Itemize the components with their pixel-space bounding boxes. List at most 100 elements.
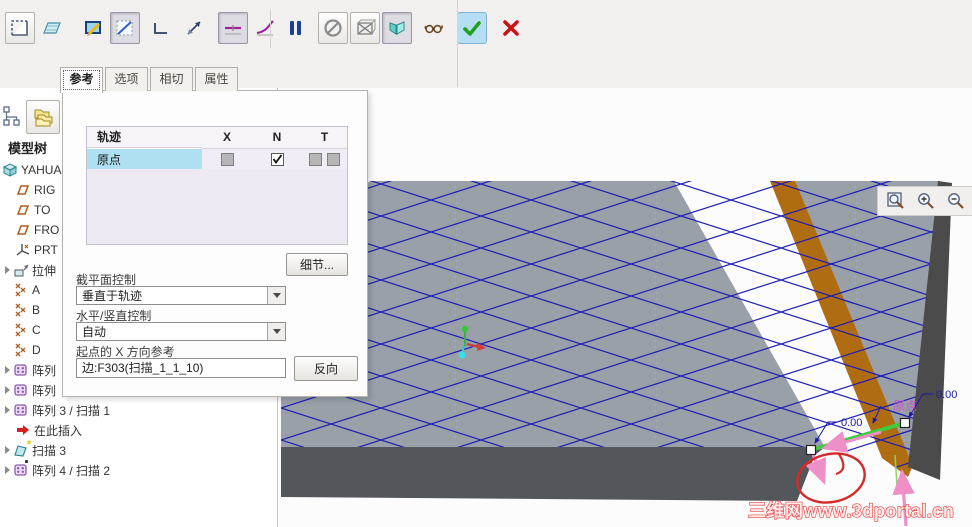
plane-icon bbox=[15, 202, 31, 218]
section-icon bbox=[114, 17, 136, 39]
section-plane-control-select[interactable]: 垂直于轨迹 bbox=[76, 286, 286, 305]
edit-sketch-button[interactable] bbox=[78, 12, 108, 44]
graphics-area[interactable]: 0.00 0.00 原点 三维网www.3dportal.cn ABZ bbox=[277, 88, 972, 527]
tree-item-label: 阵列 3 / 扫描 1 bbox=[32, 403, 111, 418]
sketch-plane-icon bbox=[9, 17, 31, 39]
3d-viewport[interactable]: 0.00 0.00 原点 三维网www.3dportal.cn bbox=[281, 88, 972, 527]
n-checkbox-cell[interactable] bbox=[252, 149, 302, 169]
chevron-down-icon[interactable] bbox=[267, 287, 285, 304]
var-section-button[interactable] bbox=[250, 12, 280, 44]
model-tree-toolbar bbox=[2, 100, 60, 134]
tree-item-label: FRO bbox=[34, 223, 60, 237]
cancel-icon bbox=[500, 17, 522, 39]
tree-item-label: C bbox=[32, 323, 41, 337]
column-header: 轨迹 bbox=[87, 127, 202, 148]
expand-chevron-icon[interactable] bbox=[2, 466, 13, 474]
column-header: N bbox=[252, 127, 302, 149]
swap-dir-button[interactable] bbox=[179, 12, 209, 44]
table-row[interactable]: 原点 bbox=[87, 149, 347, 169]
expand-chevron-icon[interactable] bbox=[2, 386, 13, 394]
checkbox-checked[interactable] bbox=[270, 152, 284, 166]
wire-preview-button[interactable] bbox=[350, 12, 380, 44]
tree-item-sweep-3[interactable]: 扫描 3 bbox=[2, 440, 277, 460]
selected-value: 自动 bbox=[82, 325, 107, 339]
origin-label: 原点 bbox=[893, 399, 917, 413]
pause-icon bbox=[284, 17, 306, 39]
tree-item-label: PRT bbox=[34, 243, 58, 257]
corner-button[interactable] bbox=[147, 12, 177, 44]
asterisk-badge-icon bbox=[25, 440, 34, 449]
trajectory-start-handle[interactable] bbox=[805, 444, 817, 456]
x-checkbox-cell[interactable] bbox=[202, 149, 252, 169]
column-header: T bbox=[302, 127, 347, 149]
tree-item-label: 在此插入 bbox=[34, 423, 83, 438]
tree-structure-icon[interactable] bbox=[2, 105, 22, 129]
toolbar-separator bbox=[270, 10, 271, 48]
quilt-icon bbox=[41, 17, 63, 39]
expand-chevron-icon[interactable] bbox=[2, 446, 13, 454]
surface-front-face[interactable] bbox=[281, 447, 825, 501]
tree-item-insert-here[interactable]: 在此插入 bbox=[2, 420, 277, 440]
pattern-icon bbox=[13, 402, 29, 418]
expand-chevron-icon[interactable] bbox=[2, 266, 13, 274]
swap-dir-icon bbox=[183, 17, 205, 39]
t-checkbox-cell[interactable] bbox=[302, 149, 347, 169]
sweep-options-group bbox=[5, 12, 282, 44]
checkbox-disabled bbox=[220, 152, 234, 166]
points-icon bbox=[13, 342, 29, 358]
selected-value: 垂直于轨迹 bbox=[82, 289, 143, 303]
expand-chevron-icon[interactable] bbox=[2, 406, 13, 414]
dim-value[interactable]: 0.00 bbox=[936, 389, 957, 401]
tree-item-label: 阵列 bbox=[32, 383, 57, 398]
plane-icon bbox=[15, 222, 31, 238]
tree-item-label: 拉伸 bbox=[32, 263, 57, 278]
cancel-button[interactable] bbox=[496, 12, 526, 44]
corner-icon bbox=[151, 17, 173, 39]
trajectory-end-handle[interactable] bbox=[899, 417, 911, 429]
const-section-button[interactable] bbox=[218, 12, 248, 44]
no-preview-button[interactable] bbox=[318, 12, 348, 44]
table-empty-area bbox=[87, 169, 347, 244]
flip-button[interactable]: 反向 bbox=[294, 356, 358, 381]
const-section-icon bbox=[222, 17, 244, 39]
pattern-icon bbox=[13, 362, 29, 378]
glasses-icon bbox=[423, 17, 445, 39]
tree-item-label: B bbox=[32, 303, 41, 317]
trajectory-table: 轨迹 X N T 原点 bbox=[86, 126, 348, 245]
ok-button[interactable] bbox=[457, 12, 487, 44]
horizontal-vertical-control-select[interactable]: 自动 bbox=[76, 322, 286, 341]
pause-button[interactable] bbox=[280, 12, 310, 44]
shaded-preview-button[interactable] bbox=[382, 12, 412, 44]
extrude-icon bbox=[13, 262, 29, 278]
tree-item-label: 阵列 4 / 扫描 2 bbox=[32, 463, 111, 478]
tree-item-pattern-4[interactable]: 阵列 4 / 扫描 2 bbox=[2, 460, 277, 480]
tree-item-pattern-3[interactable]: 阵列 3 / 扫描 1 bbox=[2, 400, 277, 420]
quilt-button[interactable] bbox=[37, 12, 67, 44]
section-button[interactable] bbox=[110, 12, 140, 44]
dim-value[interactable]: 0.00 bbox=[841, 417, 862, 429]
zoom-out-button[interactable] bbox=[942, 188, 970, 214]
zoom-box-button[interactable] bbox=[882, 188, 910, 214]
zoom-out-icon bbox=[946, 191, 966, 211]
tab-tangency[interactable]: 相切 bbox=[150, 67, 193, 91]
tab-properties[interactable]: 属性 bbox=[195, 67, 238, 91]
checkbox-disabled bbox=[327, 152, 340, 166]
details-button[interactable]: 细节... bbox=[286, 253, 348, 276]
part-icon bbox=[2, 162, 18, 178]
expand-chevron-icon[interactable] bbox=[2, 366, 13, 374]
square-badge-icon bbox=[25, 460, 34, 469]
x-direction-reference-input[interactable]: 边:F303(扫描_1_1_10) bbox=[76, 358, 286, 378]
tab-references[interactable]: 参考 bbox=[60, 67, 103, 93]
no-preview-icon bbox=[322, 17, 344, 39]
zoom-in-button[interactable] bbox=[912, 188, 940, 214]
show-list-button[interactable] bbox=[26, 100, 60, 134]
points-icon bbox=[13, 282, 29, 298]
var-section-icon bbox=[254, 17, 276, 39]
glasses-button[interactable] bbox=[419, 12, 449, 44]
column-header: X bbox=[202, 127, 252, 149]
chevron-down-icon[interactable] bbox=[267, 323, 285, 340]
sketch-plane-button[interactable] bbox=[5, 12, 35, 44]
model-tree-title: 模型树 bbox=[8, 141, 48, 156]
trajectory-cell[interactable]: 原点 bbox=[87, 149, 202, 169]
tab-options[interactable]: 选项 bbox=[105, 67, 148, 91]
